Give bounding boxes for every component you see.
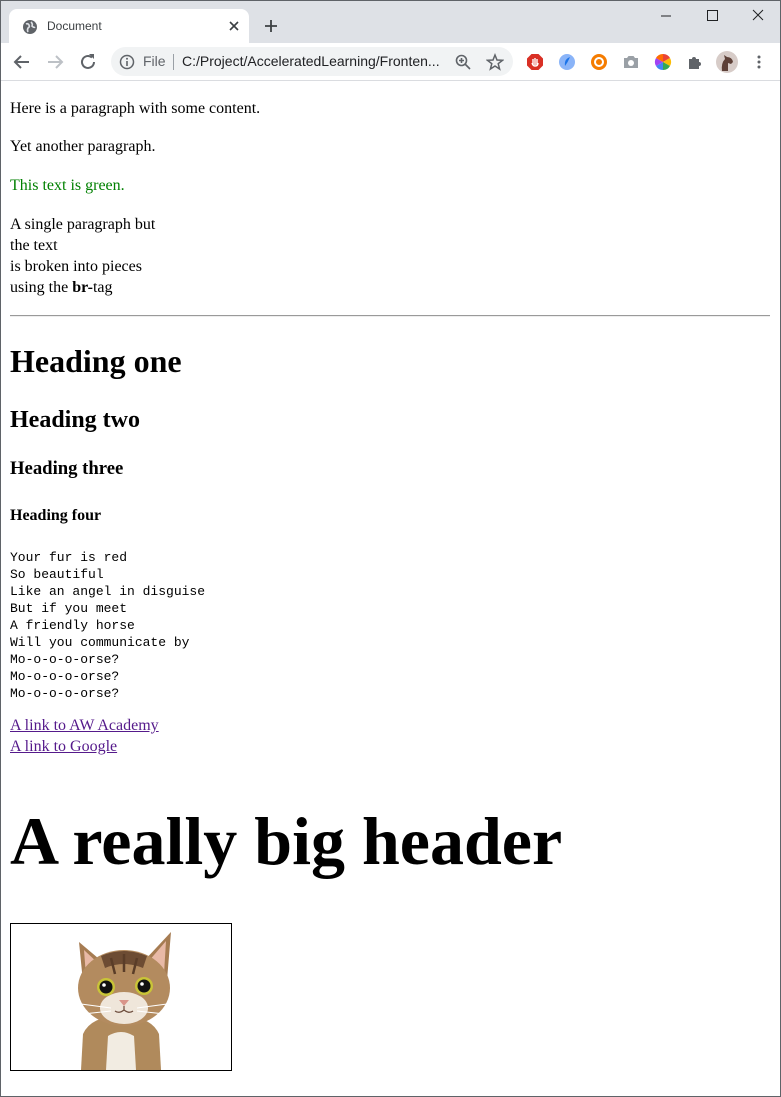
minimize-icon[interactable] xyxy=(643,1,689,31)
link-list: A link to AW Academy A link to Google xyxy=(10,715,159,757)
zoom-icon[interactable] xyxy=(454,53,472,71)
heading-three: Heading three xyxy=(10,458,124,479)
plus-icon[interactable] xyxy=(261,16,281,36)
browser-window: Document File C:/Project/AcceleratedLear… xyxy=(0,0,781,1097)
camera-icon[interactable] xyxy=(622,53,640,71)
paragraph-line: A single paragraph but xyxy=(10,216,156,233)
extension-icon[interactable] xyxy=(558,53,576,71)
adblock-icon[interactable] xyxy=(526,53,544,71)
big-header: A really big header xyxy=(10,803,563,879)
broken-paragraph: A single paragraph but the text is broke… xyxy=(10,214,155,298)
paragraph-line: using the xyxy=(10,279,73,296)
horizontal-rule xyxy=(10,315,770,317)
paragraph-line: tag xyxy=(92,279,113,296)
more-icon[interactable] xyxy=(750,53,768,71)
star-icon[interactable] xyxy=(486,53,504,71)
green-paragraph: This text is green. xyxy=(10,177,125,194)
paragraph-line: is broken into pieces xyxy=(10,258,142,275)
puzzle-icon[interactable] xyxy=(686,53,704,71)
heading-two: Heading two xyxy=(10,407,141,433)
url-text[interactable]: C:/Project/AcceleratedLearning/Fronten..… xyxy=(182,53,452,70)
info-icon[interactable] xyxy=(119,54,135,70)
heading-four: Heading four xyxy=(10,507,102,524)
bold-text: br- xyxy=(72,279,93,296)
tab-document[interactable]: Document xyxy=(9,9,249,43)
paragraph-line: the text xyxy=(10,237,58,254)
address-bar[interactable]: File C:/Project/AcceleratedLearning/Fron… xyxy=(111,47,513,76)
back-icon[interactable] xyxy=(11,51,33,73)
forward-icon[interactable] xyxy=(44,51,66,73)
aw-academy-link[interactable]: A link to AW Academy xyxy=(10,715,159,736)
color-wheel-icon[interactable] xyxy=(654,53,672,71)
close-icon[interactable] xyxy=(226,18,242,34)
omnibox-divider xyxy=(173,54,174,70)
reload-icon[interactable] xyxy=(77,51,99,73)
paragraph: Yet another paragraph. xyxy=(10,138,156,155)
cat-image xyxy=(10,923,232,1071)
tab-title: Document xyxy=(47,19,102,33)
poem-preformatted: Your fur is red So beautiful Like an ang… xyxy=(10,550,206,701)
globe-icon xyxy=(23,20,37,34)
maximize-icon[interactable] xyxy=(689,1,735,31)
paragraph: Here is a paragraph with some content. xyxy=(10,100,261,117)
window-close-icon[interactable] xyxy=(735,1,781,31)
page-content: Here is a paragraph with some content. Y… xyxy=(1,81,780,1096)
heading-one: Heading one xyxy=(10,343,182,379)
toolbar: File C:/Project/AcceleratedLearning/Fron… xyxy=(1,43,780,81)
url-scheme: File xyxy=(143,53,166,69)
cat-icon xyxy=(78,932,171,1070)
google-link[interactable]: A link to Google xyxy=(10,736,159,757)
extension-icon[interactable] xyxy=(590,53,608,71)
tab-strip: Document xyxy=(1,1,780,43)
profile-avatar[interactable] xyxy=(716,51,738,73)
